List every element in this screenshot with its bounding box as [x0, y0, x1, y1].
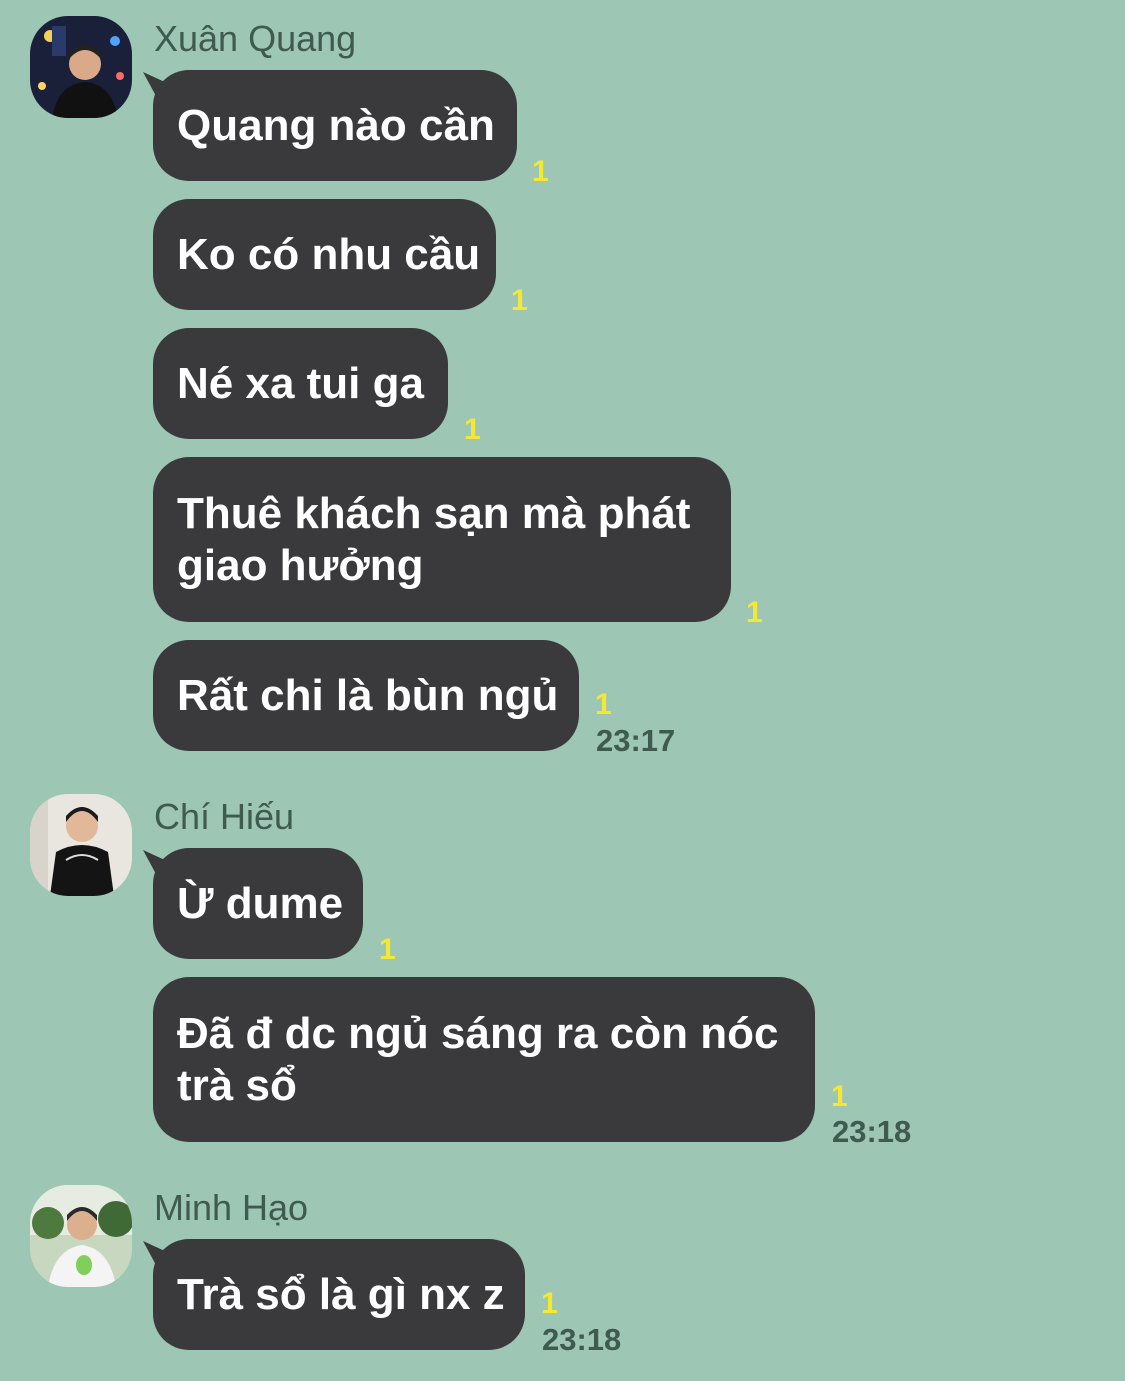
message-bubble[interactable]: Ko có nhu cầu [153, 199, 496, 310]
unread-count: 1 [464, 413, 481, 446]
avatar-xuan-quang[interactable] [30, 16, 132, 118]
unread-count: 1 [541, 1287, 558, 1320]
message-text: Ko có nhu cầu [177, 229, 481, 279]
sender-name: Minh Hạo [154, 1187, 309, 1228]
chat-thread: Xuân Quang Quang nào cần 1 Ko có nhu cầu… [0, 0, 1125, 1381]
message-timestamp: 23:17 [596, 723, 676, 758]
sender-name: Xuân Quang [154, 18, 357, 59]
message-text: Đã đ dc ngủ sáng ra còn nóc trà sổ [177, 1008, 779, 1110]
message-timestamp: 23:18 [832, 1114, 912, 1149]
unread-count: 1 [511, 284, 528, 317]
message-text: Trà sổ là gì nx z [177, 1269, 505, 1319]
message-bubble[interactable]: Né xa tui ga [153, 328, 448, 439]
message-text: Quang nào cần [177, 100, 495, 150]
unread-count: 1 [746, 596, 763, 629]
sender-name: Chí Hiếu [154, 796, 295, 837]
message-bubble[interactable]: Quang nào cần [153, 70, 517, 181]
message-bubble[interactable]: Đã đ dc ngủ sáng ra còn nóc trà sổ [153, 977, 815, 1142]
unread-count: 1 [831, 1080, 848, 1113]
avatar-chi-hieu[interactable] [30, 794, 132, 896]
unread-count: 1 [532, 155, 549, 188]
avatar-minh-hao[interactable] [30, 1185, 132, 1287]
message-timestamp: 23:18 [542, 1322, 622, 1357]
message-text: Ừ dume [177, 878, 344, 928]
message-text: Né xa tui ga [177, 358, 424, 408]
unread-count: 1 [595, 688, 612, 721]
message-bubble[interactable]: Thuê khách sạn mà phát giao hưởng [153, 457, 731, 622]
message-text: Thuê khách sạn mà phát giao hưởng [177, 488, 691, 590]
unread-count: 1 [379, 933, 396, 966]
message-text: Rất chi là bùn ngủ [177, 670, 559, 720]
message-bubble[interactable]: Trà sổ là gì nx z [153, 1239, 525, 1350]
message-bubble[interactable]: Ừ dume [153, 848, 363, 959]
message-bubble[interactable]: Rất chi là bùn ngủ [153, 640, 579, 751]
